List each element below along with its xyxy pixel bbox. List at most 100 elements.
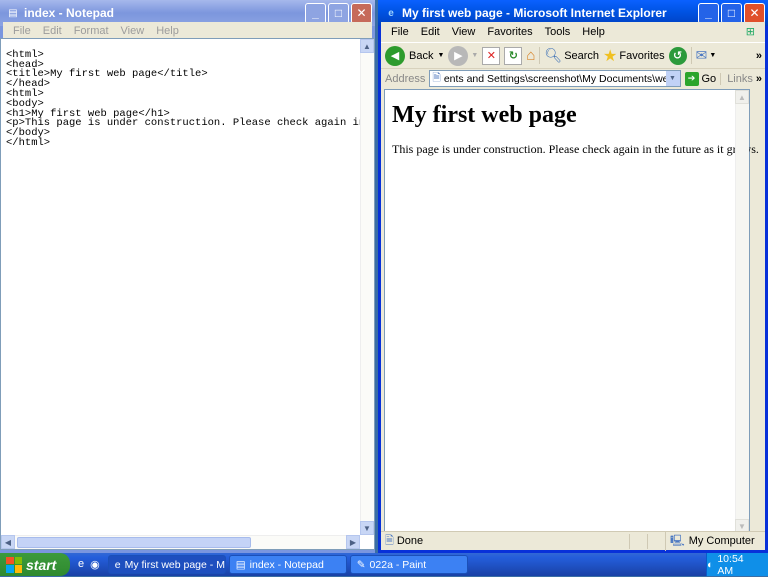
history-button[interactable]: ↺ — [668, 46, 687, 65]
address-dropdown-icon[interactable]: ▼ — [665, 71, 680, 86]
scroll-right-icon[interactable]: ▶ — [346, 535, 360, 549]
ie-menubar: File Edit View Favorites Tools Help ⊞ — [381, 22, 765, 41]
menu-file[interactable]: File — [7, 25, 37, 37]
network-icon[interactable]: ◐ — [707, 559, 713, 571]
address-value: ents and Settings\screenshot\My Document… — [443, 72, 666, 85]
code-line: </html> — [6, 136, 51, 149]
page-heading: My first web page — [392, 102, 577, 128]
search-button[interactable]: 🔍︎ Search — [539, 47, 599, 64]
forward-arrow-icon: ▶ — [448, 45, 469, 66]
back-label: Back — [409, 49, 434, 62]
stop-icon: ✕ — [482, 46, 501, 65]
scroll-down-icon[interactable]: ▼ — [360, 521, 374, 535]
refresh-icon: ↻ — [504, 46, 523, 65]
code-line: </body> — [6, 127, 51, 140]
status-bar: 🗎︎ Done 🖳︎ My Computer — [381, 531, 765, 551]
ie-window[interactable]: e My first web page - Microsoft Internet… — [378, 0, 768, 553]
status-segment — [629, 533, 647, 549]
menu-view[interactable]: View — [115, 25, 151, 37]
task-notepad[interactable]: ▤ index - Notepad — [228, 555, 347, 574]
media-quicklaunch-icon[interactable]: ◉ — [90, 558, 100, 571]
menu-help[interactable]: Help — [576, 26, 611, 38]
scroll-left-icon[interactable]: ◀ — [1, 535, 15, 549]
forward-button[interactable]: ▶ ▼ — [448, 45, 478, 66]
maximize-button[interactable]: □ — [721, 2, 742, 24]
menu-tools[interactable]: Tools — [539, 26, 577, 38]
menu-edit[interactable]: Edit — [37, 25, 68, 37]
chevron-down-icon[interactable]: ▼ — [437, 52, 444, 59]
close-button[interactable]: ✕ — [744, 2, 765, 24]
notepad-icon: ▤ — [8, 7, 18, 19]
home-icon: ⌂ — [526, 47, 536, 64]
ie-quicklaunch-icon[interactable]: e — [78, 558, 84, 571]
go-button[interactable]: ➔ Go — [684, 71, 717, 86]
clock[interactable]: 10:54 AM — [717, 553, 760, 577]
page-scrollbar[interactable]: ▲ ▼ — [735, 90, 749, 533]
status-text: Done — [396, 535, 424, 547]
page-icon: 🗎︎ — [432, 71, 441, 84]
computer-icon: 🖳︎ — [670, 534, 685, 547]
task-ie[interactable]: e My first web page - M... — [107, 555, 226, 574]
notepad-window[interactable]: ▤ index - Notepad _ □ ✕ File Edit Format… — [0, 0, 375, 553]
page-paragraph: This page is under construction. Please … — [392, 142, 759, 156]
horizontal-scroll-thumb[interactable] — [17, 537, 251, 548]
back-button[interactable]: ◀ Back ▼ — [385, 45, 444, 66]
menu-help[interactable]: Help — [150, 25, 185, 37]
code-line: <p>This page is under construction. Plea… — [6, 117, 361, 130]
address-bar: Address 🗎︎ ents and Settings\screenshot\… — [381, 68, 765, 88]
windows-logo-icon: ⊞ — [745, 26, 755, 38]
toolbar-overflow-icon[interactable]: » — [756, 50, 762, 62]
go-arrow-icon: ➔ — [684, 71, 699, 86]
address-input[interactable]: 🗎︎ ents and Settings\screenshot\My Docum… — [429, 70, 681, 87]
task-label: 022a - Paint — [369, 558, 427, 571]
zone-text: My Computer — [688, 535, 755, 547]
vertical-scrollbar[interactable]: ▲ ▼ — [360, 39, 374, 535]
ie-icon: e — [114, 558, 121, 571]
mail-button[interactable]: ✉ ▼ — [690, 47, 716, 64]
back-arrow-icon: ◀ — [385, 45, 405, 66]
menu-edit[interactable]: Edit — [415, 26, 446, 38]
code-line: </head> — [6, 78, 51, 91]
links-toolbar[interactable]: Links — [720, 72, 753, 85]
minimize-button[interactable]: _ — [698, 2, 719, 24]
code-text[interactable]: <html> <head> <title>My first web page</ti… — [6, 41, 361, 168]
address-label: Address — [385, 72, 426, 85]
task-paint[interactable]: ✎ 022a - Paint — [349, 555, 468, 574]
scroll-up-icon[interactable]: ▲ — [735, 90, 749, 104]
star-icon: ★ — [603, 47, 618, 65]
start-button[interactable]: start — [0, 553, 70, 576]
quick-launch: e ◉ — [78, 558, 100, 571]
go-label: Go — [701, 72, 717, 85]
history-icon: ↺ — [668, 46, 687, 65]
ie-toolbar: ◀ Back ▼ ▶ ▼ ✕ ↻ ⌂ 🔍︎ Search ★ Favorites… — [381, 42, 765, 68]
code-line: <title>My first web page</title> — [6, 68, 208, 81]
stop-button[interactable]: ✕ — [482, 46, 501, 65]
menu-view[interactable]: View — [446, 26, 482, 38]
maximize-button[interactable]: □ — [328, 2, 349, 24]
page-done-icon: 🗎︎ — [385, 534, 394, 547]
search-icon: 🔍︎ — [544, 47, 563, 63]
chevron-down-icon[interactable]: ▼ — [471, 52, 478, 59]
menu-format[interactable]: Format — [68, 25, 115, 37]
status-segment — [647, 533, 665, 549]
close-button[interactable]: ✕ — [351, 2, 372, 24]
windows-flag-icon — [6, 556, 22, 573]
mail-icon: ✉ — [695, 47, 708, 63]
menu-favorites[interactable]: Favorites — [481, 26, 538, 38]
paint-icon: ✎ — [356, 558, 366, 571]
refresh-button[interactable]: ↻ — [504, 46, 523, 65]
notepad-text-area[interactable]: <html> <head> <title>My first web page</ti… — [0, 38, 375, 550]
chevron-down-icon[interactable]: ▼ — [709, 52, 716, 59]
ie-icon: e — [388, 7, 394, 19]
scroll-up-icon[interactable]: ▲ — [360, 39, 374, 53]
search-label: Search — [564, 49, 600, 62]
notepad-icon: ▤ — [235, 558, 246, 571]
horizontal-scrollbar[interactable]: ◀ ▶ — [1, 535, 360, 549]
links-overflow-icon[interactable]: » — [756, 73, 762, 85]
minimize-button[interactable]: _ — [305, 2, 326, 24]
home-button[interactable]: ⌂ — [526, 47, 535, 64]
favorites-label: Favorites — [619, 49, 665, 62]
web-page-content[interactable]: My first web page This page is under con… — [384, 89, 759, 534]
favorites-button[interactable]: ★ Favorites — [603, 46, 665, 66]
menu-file[interactable]: File — [385, 26, 415, 38]
